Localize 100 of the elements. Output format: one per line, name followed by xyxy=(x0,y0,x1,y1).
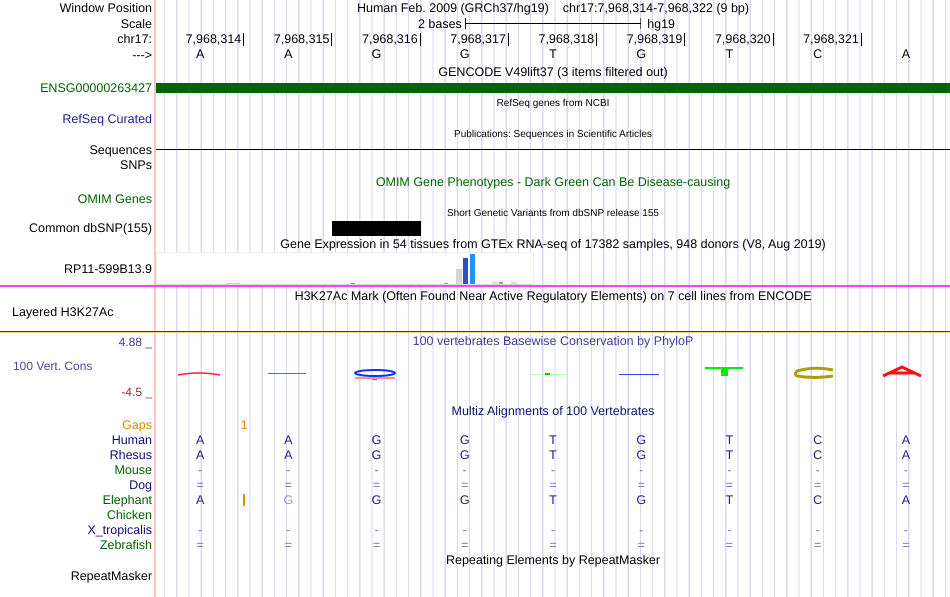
track-label[interactable]: Common dbSNP(155) xyxy=(29,221,154,235)
base-letter: - xyxy=(197,462,204,476)
track-label[interactable]: OMIM Genes xyxy=(78,192,154,206)
track-label[interactable]: Layered H3K27Ac xyxy=(0,305,116,319)
base-letter: T xyxy=(724,47,734,61)
track-label[interactable]: RP11-599B13.9 xyxy=(64,262,154,276)
base-letter: G xyxy=(635,448,648,462)
base-letter: - xyxy=(550,522,556,536)
track-label[interactable]: Zebrafish xyxy=(100,538,154,552)
base-letter: A xyxy=(194,432,206,446)
base-letter: C xyxy=(812,432,824,446)
base-letter: - xyxy=(197,522,204,536)
track-title: Publications: Sequences in Scientific Articles xyxy=(454,129,652,140)
base-letter: T xyxy=(724,492,734,506)
track-label[interactable]: RefSeq Curated xyxy=(62,112,154,126)
track-title: GENCODE V49lift37 (3 items filtered out) xyxy=(438,65,668,79)
position-text: chr17:7,968,314-7,968,322 (9 bp) xyxy=(562,1,750,15)
base-letter: G xyxy=(370,432,382,446)
base-letter: = xyxy=(901,478,911,492)
base-letter: T xyxy=(724,448,734,462)
expression-bars-drawing[interactable] xyxy=(156,252,534,285)
position-tick: 7,968,321 xyxy=(803,32,862,46)
position-tick: 7,968,314 xyxy=(186,32,244,46)
base-letter: T xyxy=(548,432,558,446)
track-title: Gene Expression in 54 tissues from GTEx RNA-seq of 17382 samples, 948 donors (V8, Aug 2019) xyxy=(280,237,826,251)
base-letter: = xyxy=(284,538,293,552)
scale-text: 2 bases xyxy=(418,16,463,30)
position-tick: 7,968,320 xyxy=(714,32,774,46)
base-letter: G xyxy=(370,47,382,61)
base-letter: - xyxy=(285,522,292,536)
track-label: ---> xyxy=(132,48,153,62)
base-letter: - xyxy=(814,462,821,476)
base-letter: G xyxy=(282,492,294,506)
base-letter: G xyxy=(458,432,471,446)
base-letter: T xyxy=(548,492,558,506)
track-title: Repeating Elements by RepeatMasker xyxy=(446,553,660,567)
base-letter: - xyxy=(373,522,380,536)
base-letter: G xyxy=(458,448,471,462)
base-letter: G xyxy=(458,47,471,61)
base-letter: C xyxy=(812,448,824,462)
base-letter: A xyxy=(194,47,206,61)
base-letter: = xyxy=(636,478,646,492)
base-letter: = xyxy=(901,538,911,552)
track-label[interactable]: ENSG00000263427 xyxy=(40,81,154,95)
base-letter: G xyxy=(370,448,382,462)
track-title: 100 vertebrates Basewise Conservation by PhyloP xyxy=(412,333,694,349)
base-letter: T xyxy=(548,448,558,462)
position-tick: 7,968,319 xyxy=(626,32,686,46)
base-letter: A xyxy=(194,448,206,462)
track-label[interactable]: X_tropicalis xyxy=(87,522,154,536)
position-tick: 7,968,317 xyxy=(450,32,509,46)
track-label[interactable]: Elephant xyxy=(102,492,154,506)
base-letter: = xyxy=(460,538,470,552)
track-label[interactable]: RepeatMasker xyxy=(70,568,154,582)
base-letter: - xyxy=(902,462,909,476)
track-label[interactable]: Mouse xyxy=(114,462,154,476)
track-title: Multiz Alignments of 100 Vertebrates xyxy=(452,404,654,418)
base-letter: - xyxy=(285,462,292,476)
axis-min-label: -4.5 _ xyxy=(120,384,154,400)
track-label[interactable]: Chicken xyxy=(106,508,154,522)
track-label[interactable]: Human xyxy=(112,432,154,446)
track-label[interactable]: SNPs xyxy=(120,158,154,172)
base-letter: = xyxy=(636,538,646,552)
base-letter: - xyxy=(462,462,468,476)
base-letter: A xyxy=(900,448,912,462)
position-tick: 7,968,318 xyxy=(538,32,598,46)
base-letter: A xyxy=(283,47,294,61)
base-letter: G xyxy=(458,492,471,506)
assembly-name: Human Feb. 2009 (GRCh37/hg19) xyxy=(356,1,549,15)
base-letter: C xyxy=(812,492,824,506)
base-letter: - xyxy=(726,522,733,536)
variant-feature[interactable] xyxy=(332,220,421,236)
track-label[interactable]: Dog xyxy=(129,478,154,492)
track-title: RefSeq genes from NCBI xyxy=(496,98,610,108)
track-label: chr17: xyxy=(117,32,153,46)
track-title: OMIM Gene Phenotypes - Dark Green Can Be Disease-causing xyxy=(376,175,730,189)
base-letter: = xyxy=(372,478,382,492)
base-letter: G xyxy=(635,47,648,61)
base-letter: T xyxy=(724,432,734,446)
base-letter: C xyxy=(812,47,824,61)
base-letter: - xyxy=(462,522,468,536)
track-label[interactable]: Rhesus xyxy=(110,448,154,462)
base-letter: A xyxy=(900,47,912,61)
base-letter: - xyxy=(902,522,909,536)
base-letter: = xyxy=(372,538,382,552)
position-tick: 7,968,315 xyxy=(274,32,332,46)
base-letter: = xyxy=(548,478,558,492)
base-letter: = xyxy=(460,478,470,492)
base-letter: G xyxy=(635,492,648,506)
track-title: H3K27Ac Mark (Often Found Near Active Regulatory Elements) on 7 cell lines from ENCODE xyxy=(294,289,812,303)
base-letter: = xyxy=(813,478,822,492)
base-letter: - xyxy=(638,462,644,476)
base-letter: = xyxy=(724,478,734,492)
track-label[interactable]: 100 Vert. Cons xyxy=(0,358,94,374)
base-letter: A xyxy=(194,492,206,506)
track-label[interactable]: Sequences xyxy=(89,142,154,156)
track-label: Window Position xyxy=(60,1,153,15)
base-letter: - xyxy=(726,462,733,476)
base-letter: = xyxy=(195,538,205,552)
assembly-label: hg19 xyxy=(646,16,676,30)
